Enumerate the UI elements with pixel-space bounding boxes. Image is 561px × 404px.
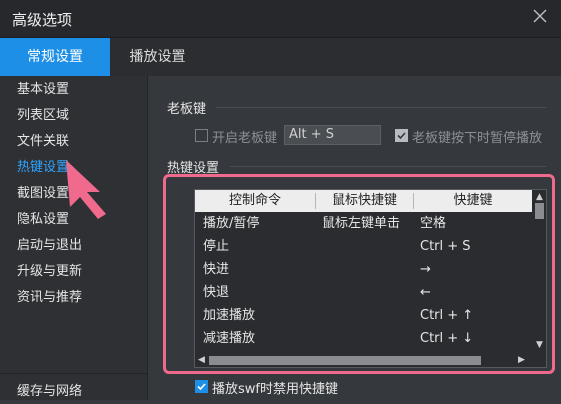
sidebar-item-cache-network[interactable]: 缓存与网络 xyxy=(17,380,82,404)
sidebar-item-news[interactable]: 资讯与推荐 xyxy=(17,286,82,310)
vertical-scroll-thumb[interactable] xyxy=(535,203,544,219)
cell-command: 停止 xyxy=(203,239,230,254)
cell-key: Ctrl + ↑ xyxy=(420,308,474,323)
disable-swf-hotkey-checkbox[interactable] xyxy=(195,380,208,393)
cell-command: 快进 xyxy=(203,262,230,277)
horizontal-scrollbar[interactable]: ◀ ▶ xyxy=(195,354,546,367)
table-header: 控制命令 鼠标快捷键 快捷键 xyxy=(195,190,532,212)
table-row[interactable]: 减速播放 Ctrl + ↓ xyxy=(195,327,532,350)
column-header-mouse[interactable]: 鼠标快捷键 xyxy=(316,190,413,212)
window-title: 高级选项 xyxy=(12,11,73,29)
scroll-left-icon[interactable]: ◀ xyxy=(198,355,205,365)
sidebar-item-update[interactable]: 升级与更新 xyxy=(17,260,82,284)
cell-mouse: 鼠标左键单击 xyxy=(322,216,401,231)
boss-key-section-label: 老板键 xyxy=(167,102,207,117)
table-row[interactable]: 加速播放 Ctrl + ↑ xyxy=(195,304,532,327)
scroll-down-icon[interactable]: ▼ xyxy=(536,340,543,350)
section-divider xyxy=(230,166,546,167)
vertical-scrollbar[interactable]: ▲ ▼ xyxy=(533,190,546,353)
sidebar-item-startup-exit[interactable]: 启动与退出 xyxy=(17,234,82,258)
table-row[interactable]: 停止 Ctrl + S xyxy=(195,235,532,258)
cell-command: 加速播放 xyxy=(203,308,256,323)
title-bar: 高级选项 xyxy=(0,0,561,38)
cell-key: ← xyxy=(420,285,431,300)
cell-key: Ctrl + S xyxy=(420,239,471,254)
sidebar-divider xyxy=(0,373,147,374)
enable-boss-key-label: 开启老板键 xyxy=(212,131,278,146)
column-header-key[interactable]: 快捷键 xyxy=(414,190,532,212)
sidebar-item-file-association[interactable]: 文件关联 xyxy=(17,130,69,154)
scroll-right-icon[interactable]: ▶ xyxy=(518,355,525,365)
main-panel: 老板键 开启老板键 Alt + S 老板键按下时暂停播放 热键设置 控制命令 鼠… xyxy=(148,76,561,400)
tab-general-settings[interactable]: 常规设置 xyxy=(0,38,110,76)
table-row[interactable]: 快退 ← xyxy=(195,281,532,304)
disable-swf-hotkey-label: 播放swf时禁用快捷键 xyxy=(212,382,338,397)
tab-bar: 常规设置 播放设置 xyxy=(0,38,561,76)
scroll-up-icon[interactable]: ▲ xyxy=(536,192,543,202)
close-icon[interactable] xyxy=(531,7,549,25)
pause-on-boss-key-label: 老板键按下时暂停播放 xyxy=(412,131,543,146)
boss-key-input[interactable]: Alt + S xyxy=(284,125,381,145)
cell-command: 减速播放 xyxy=(203,331,256,346)
enable-boss-key-checkbox[interactable] xyxy=(195,129,208,142)
sidebar-item-basic[interactable]: 基本设置 xyxy=(17,78,69,102)
table-row[interactable]: 快进 → xyxy=(195,258,532,281)
pointer-arrow-icon xyxy=(66,160,106,219)
tab-playback-settings[interactable]: 播放设置 xyxy=(110,38,205,76)
cell-key: → xyxy=(420,262,431,277)
sidebar-item-list-area[interactable]: 列表区域 xyxy=(17,104,69,128)
section-divider xyxy=(216,107,546,108)
horizontal-scroll-thumb[interactable] xyxy=(209,356,481,365)
pause-on-boss-key-checkbox[interactable] xyxy=(395,129,408,142)
table-row[interactable]: 播放/暂停 鼠标左键单击 空格 xyxy=(195,212,532,235)
cell-command: 快退 xyxy=(203,285,230,300)
sidebar: 基本设置 列表区域 文件关联 热键设置 截图设置 隐私设置 启动与退出 升级与更… xyxy=(0,76,148,400)
cell-command: 播放/暂停 xyxy=(203,216,260,231)
hotkey-table[interactable]: 控制命令 鼠标快捷键 快捷键 播放/暂停 鼠标左键单击 空格 停止 Ctrl +… xyxy=(194,189,547,368)
column-header-command[interactable]: 控制命令 xyxy=(195,190,315,212)
cell-key: Ctrl + ↓ xyxy=(420,331,474,346)
cell-key: 空格 xyxy=(420,216,447,231)
